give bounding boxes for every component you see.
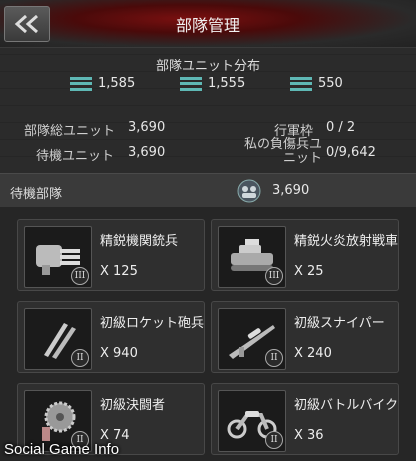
unit-count: X 940 (100, 346, 138, 361)
unit-card[interactable]: II 初級スナイパー X 240 (211, 301, 399, 373)
wounded-units-value: 0/9,642 (326, 145, 376, 160)
unit-card[interactable]: II 初級ロケット砲兵 X 940 (17, 301, 205, 373)
standby-units-value: 3,690 (128, 145, 166, 160)
unit-name: 初級ロケット砲兵 (100, 316, 205, 331)
unit-card[interactable]: III 精鋭火炎放射戦車 X 25 (211, 219, 399, 291)
unit-name: 精鋭火炎放射戦車 (294, 234, 399, 249)
total-units-label: 部隊総ユニット (24, 124, 116, 139)
unit-thumbnail: III (218, 226, 286, 288)
troops-icon (237, 179, 261, 203)
unit-count: X 240 (294, 346, 332, 361)
total-units-value: 3,690 (128, 120, 166, 135)
tier-badge: III (265, 267, 283, 285)
march-slots-value: 0 / 2 (326, 120, 356, 135)
unit-bars-icon (70, 76, 92, 91)
standby-troops-value: 3,690 (272, 183, 310, 198)
unit-name: 初級決闘者 (100, 398, 166, 413)
unit-card[interactable]: II 初級バトルバイク X 36 (211, 383, 399, 455)
unit-thumbnail: II (218, 308, 286, 370)
unit-thumbnail: III (24, 226, 92, 288)
unit-thumbnail: II (24, 308, 92, 370)
unit-count: X 36 (294, 428, 324, 443)
header-bar: 部隊管理 (0, 0, 416, 48)
wounded-units-label: 私の負傷兵ユニット (243, 137, 322, 166)
distribution-value: 550 (318, 76, 343, 91)
page-title: 部隊管理 (175, 16, 240, 35)
distribution-value: 1,585 (98, 76, 136, 91)
unit-name: 初級スナイパー (294, 316, 385, 331)
standby-troops-label: 待機部隊 (10, 187, 63, 202)
unit-bars-icon (290, 76, 312, 91)
standby-troops-bar: 待機部隊 3,690 (0, 173, 416, 207)
distribution-item: 1,555 (180, 76, 245, 91)
unit-name: 初級バトルバイク (294, 398, 399, 413)
tier-badge: II (265, 431, 283, 449)
unit-name: 精鋭機関銃兵 (100, 234, 179, 249)
watermark: Social Game Info (4, 441, 120, 458)
distribution-item: 1,585 (70, 76, 135, 91)
tier-badge: III (71, 267, 89, 285)
unit-grid: III 精鋭機関銃兵 X 125 III 精鋭火炎放射戦車 X 25 II 初級… (0, 207, 416, 461)
distribution-item: 550 (290, 76, 343, 91)
unit-count: X 25 (294, 264, 324, 279)
unit-bars-icon (180, 76, 202, 91)
unit-count: X 125 (100, 264, 138, 279)
stats-panel: 部隊ユニット分布 1,585 1,555 550 部隊総ユニット 3,690 待… (0, 48, 416, 173)
tier-badge: II (265, 349, 283, 367)
tier-badge: II (71, 349, 89, 367)
unit-card[interactable]: III 精鋭機関銃兵 X 125 (17, 219, 205, 291)
distribution-title: 部隊ユニット分布 (155, 59, 260, 74)
standby-units-label: 待機ユニット (36, 149, 115, 164)
unit-thumbnail: II (218, 390, 286, 452)
distribution-value: 1,555 (208, 76, 246, 91)
